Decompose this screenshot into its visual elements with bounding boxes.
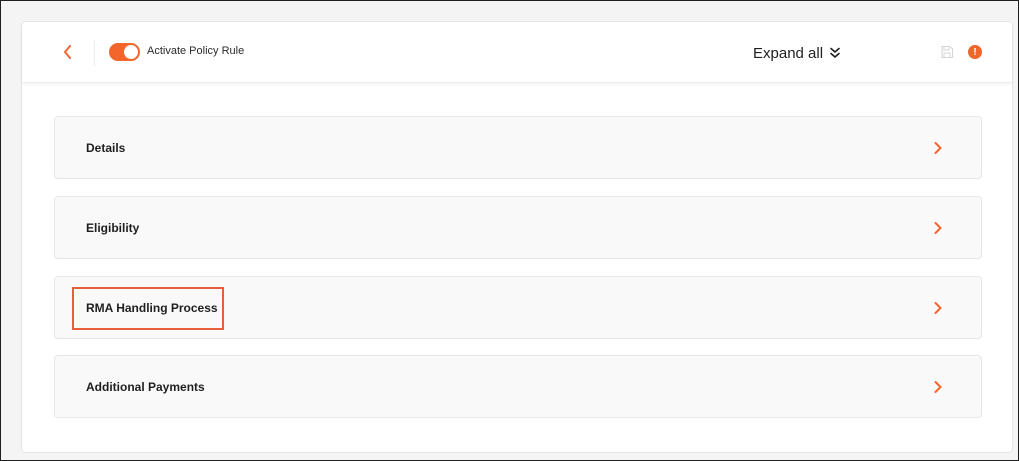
- section-rma-handling-process[interactable]: RMA Handling Process: [54, 276, 982, 339]
- toolbar-divider: [94, 40, 95, 66]
- chevron-right-icon: [934, 381, 942, 393]
- activate-policy-toggle[interactable]: [109, 43, 140, 61]
- page-title-cutoff: [23, 1, 28, 13]
- section-label: RMA Handling Process: [86, 301, 218, 315]
- save-icon[interactable]: [940, 45, 954, 59]
- section-label: Eligibility: [86, 221, 140, 235]
- section-additional-payments[interactable]: Additional Payments: [54, 355, 982, 418]
- policy-rule-card: Activate Policy Rule Expand all ! Detail…: [21, 21, 1013, 453]
- chevron-left-icon: [63, 45, 71, 59]
- info-icon[interactable]: !: [968, 45, 982, 59]
- section-label: Details: [86, 141, 126, 155]
- chevron-right-icon: [934, 222, 942, 234]
- back-button[interactable]: [58, 42, 76, 62]
- expand-all-button[interactable]: Expand all: [753, 42, 841, 64]
- section-details[interactable]: Details: [54, 116, 982, 179]
- expand-all-label: Expand all: [753, 44, 824, 62]
- toolbar: Activate Policy Rule Expand all !: [22, 22, 1012, 83]
- app-frame: Activate Policy Rule Expand all ! Detail…: [0, 0, 1019, 461]
- chevron-right-icon: [934, 142, 942, 154]
- section-label: Additional Payments: [86, 380, 205, 394]
- chevron-right-icon: [934, 302, 942, 314]
- activate-policy-label: Activate Policy Rule: [147, 45, 245, 57]
- toggle-knob: [124, 45, 138, 59]
- section-eligibility[interactable]: Eligibility: [54, 196, 982, 259]
- double-chevron-down-icon: [830, 47, 840, 58]
